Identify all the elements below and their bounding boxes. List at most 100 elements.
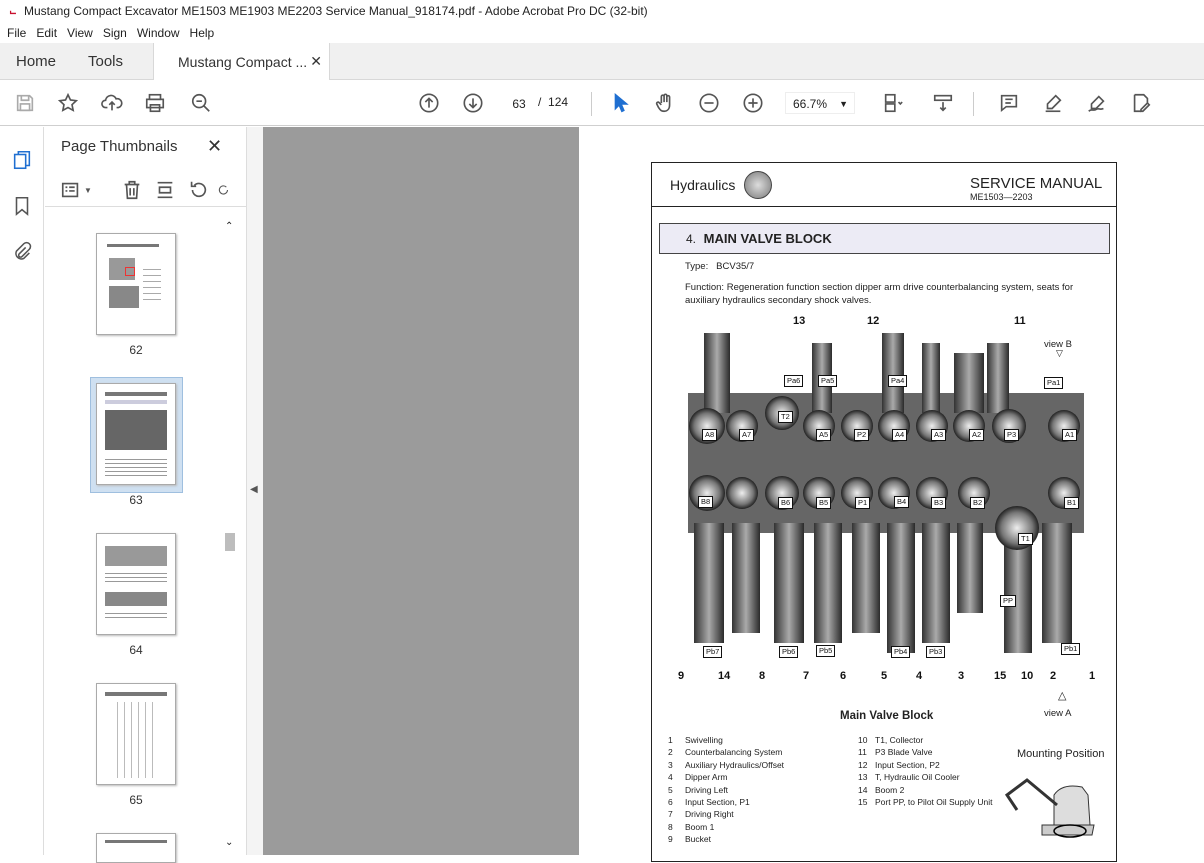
valve-block-photo xyxy=(688,333,1084,653)
acrobat-icon: ⨽ xyxy=(9,4,17,17)
menu-file[interactable]: File xyxy=(6,26,33,40)
section-heading: 4. MAIN VALVE BLOCK xyxy=(659,223,1110,254)
port-label: Pa4 xyxy=(888,375,908,387)
zoom-value: 66.7% xyxy=(793,97,828,111)
title-bar: ⨽ Mustang Compact Excavator ME1503 ME190… xyxy=(0,0,1204,22)
extract-page-icon[interactable] xyxy=(152,177,178,203)
attachment-icon[interactable] xyxy=(11,241,33,263)
legend-num: 12 xyxy=(858,759,868,770)
legend-num: 6 xyxy=(668,797,673,808)
legend-text: Auxiliary Hydraulics/Offset xyxy=(685,759,785,770)
print-icon[interactable] xyxy=(142,90,168,116)
tab-home[interactable]: Home xyxy=(16,43,56,80)
document-viewer[interactable]: Hydraulics SERVICE MANUAL ME1503—2203 4.… xyxy=(263,127,1204,862)
menu-sign[interactable]: Sign xyxy=(102,26,134,40)
tab-bar: Home Tools Mustang Compact ... ✕ xyxy=(0,43,1204,81)
legend-text: Dipper Arm xyxy=(685,772,728,783)
legend-text: Input Section, P1 xyxy=(685,797,750,808)
type-line: Type: BCV35/7 xyxy=(685,260,754,273)
legend-num: 13 xyxy=(858,772,868,783)
menu-view[interactable]: View xyxy=(66,26,100,40)
port-label: A5 xyxy=(816,429,832,441)
hand-tool-icon[interactable] xyxy=(652,90,678,116)
page-number-input[interactable]: 63 xyxy=(503,92,535,114)
scrollbar-thumb[interactable] xyxy=(225,533,235,551)
callout-10: 10 xyxy=(1021,670,1034,682)
function-text: Function: Regeneration function section … xyxy=(685,282,1074,306)
rotate-right-icon[interactable] xyxy=(217,177,231,203)
type-value: BCV35/7 xyxy=(716,261,755,272)
scroll-up-icon[interactable]: ⌃ xyxy=(225,221,233,232)
previous-page-icon[interactable] xyxy=(416,90,442,116)
find-search-icon[interactable] xyxy=(188,90,214,116)
options-menu-icon[interactable]: ▼ xyxy=(59,177,93,203)
save-icon[interactable] xyxy=(12,90,38,116)
share-upload-icon[interactable] xyxy=(99,90,125,116)
legend-text: T1, Collector xyxy=(875,735,924,745)
tab-document-label: Mustang Compact ... xyxy=(178,54,308,70)
legend-item: 6 Input Section, P1 xyxy=(668,796,784,808)
legend-item: 1 Swivelling xyxy=(668,734,784,746)
sign-icon[interactable] xyxy=(1084,90,1110,116)
thumbnail-page-66[interactable] xyxy=(96,833,176,863)
legend-text: Bucket xyxy=(685,834,711,845)
scroll-mode-icon[interactable] xyxy=(930,90,956,116)
tab-document[interactable]: Mustang Compact ... ✕ xyxy=(153,43,330,81)
port-label: Pa1 xyxy=(1044,377,1064,389)
legend-item: 5 Driving Left xyxy=(668,784,784,796)
legend-item: 11 P3 Blade Valve xyxy=(858,746,992,758)
page-total: / 124 xyxy=(538,95,568,109)
legend-text: Driving Right xyxy=(685,809,734,820)
next-page-icon[interactable] xyxy=(460,90,486,116)
view-a-arrow-icon: △ xyxy=(1058,690,1067,702)
bookmark-icon[interactable] xyxy=(11,195,33,217)
thumbnail-page-64[interactable] xyxy=(96,533,176,635)
thumbnail-scrollbar[interactable]: ⌃ ⌄ xyxy=(223,217,237,855)
legend-item: 8 Boom 1 xyxy=(668,821,784,833)
menu-window[interactable]: Window xyxy=(136,26,187,40)
page-fit-icon[interactable] xyxy=(875,90,911,116)
header-manual-title: SERVICE MANUAL xyxy=(970,175,1103,192)
rotate-left-icon[interactable] xyxy=(185,177,211,203)
page-thumbnails-icon[interactable] xyxy=(11,149,33,171)
edit-pdf-icon[interactable] xyxy=(1128,90,1154,116)
thumbnail-page-63[interactable] xyxy=(96,383,176,485)
legend-item: 2 Counterbalancing System xyxy=(668,746,784,758)
port-label: B6 xyxy=(778,497,794,509)
legend-text: T, Hydraulic Oil Cooler xyxy=(875,772,960,783)
zoom-in-icon[interactable] xyxy=(740,90,766,116)
thumbnail-label: 62 xyxy=(129,343,143,357)
toolbar-divider xyxy=(973,92,974,116)
menu-edit[interactable]: Edit xyxy=(35,26,64,40)
legend-num: 10 xyxy=(858,735,868,745)
header-model-range: ME1503—2203 xyxy=(970,192,1033,202)
scroll-down-icon[interactable]: ⌄ xyxy=(225,837,233,848)
zoom-select[interactable]: 66.7% ▼ xyxy=(785,92,855,114)
zoom-out-icon[interactable] xyxy=(696,90,722,116)
legend-item: 13 T, Hydraulic Oil Cooler xyxy=(858,771,992,783)
panel-collapse-handle[interactable]: ◀ xyxy=(246,127,263,855)
thumbnails-panel: Page Thumbnails ✕ ▼ 62 63 64 65 ⌃ ⌄ xyxy=(45,127,246,863)
legend-text: P3 Blade Valve xyxy=(875,747,933,758)
thumbnail-page-62[interactable] xyxy=(96,233,176,335)
highlight-pen-icon[interactable] xyxy=(1040,90,1066,116)
port-label: P1 xyxy=(855,497,871,509)
legend-item: 12 Input Section, P2 xyxy=(858,759,992,771)
legend-num: 1 xyxy=(668,735,673,745)
port-label: Pa5 xyxy=(818,375,838,387)
close-panel-icon[interactable]: ✕ xyxy=(207,136,222,157)
legend-num: 15 xyxy=(858,797,868,808)
tab-tools[interactable]: Tools xyxy=(88,43,123,80)
comment-icon[interactable] xyxy=(996,90,1022,116)
port-label: Pb4 xyxy=(891,646,911,658)
port-label: A7 xyxy=(739,429,755,441)
select-cursor-icon[interactable] xyxy=(608,90,634,116)
port-label: T1 xyxy=(1018,533,1033,545)
delete-page-icon[interactable] xyxy=(119,177,145,203)
menu-help[interactable]: Help xyxy=(189,26,222,40)
port-label: B4 xyxy=(894,496,910,508)
bookmark-star-icon[interactable] xyxy=(55,90,81,116)
port-label: B3 xyxy=(931,497,947,509)
close-tab-icon[interactable]: ✕ xyxy=(310,53,322,70)
thumbnail-page-65[interactable] xyxy=(96,683,176,785)
